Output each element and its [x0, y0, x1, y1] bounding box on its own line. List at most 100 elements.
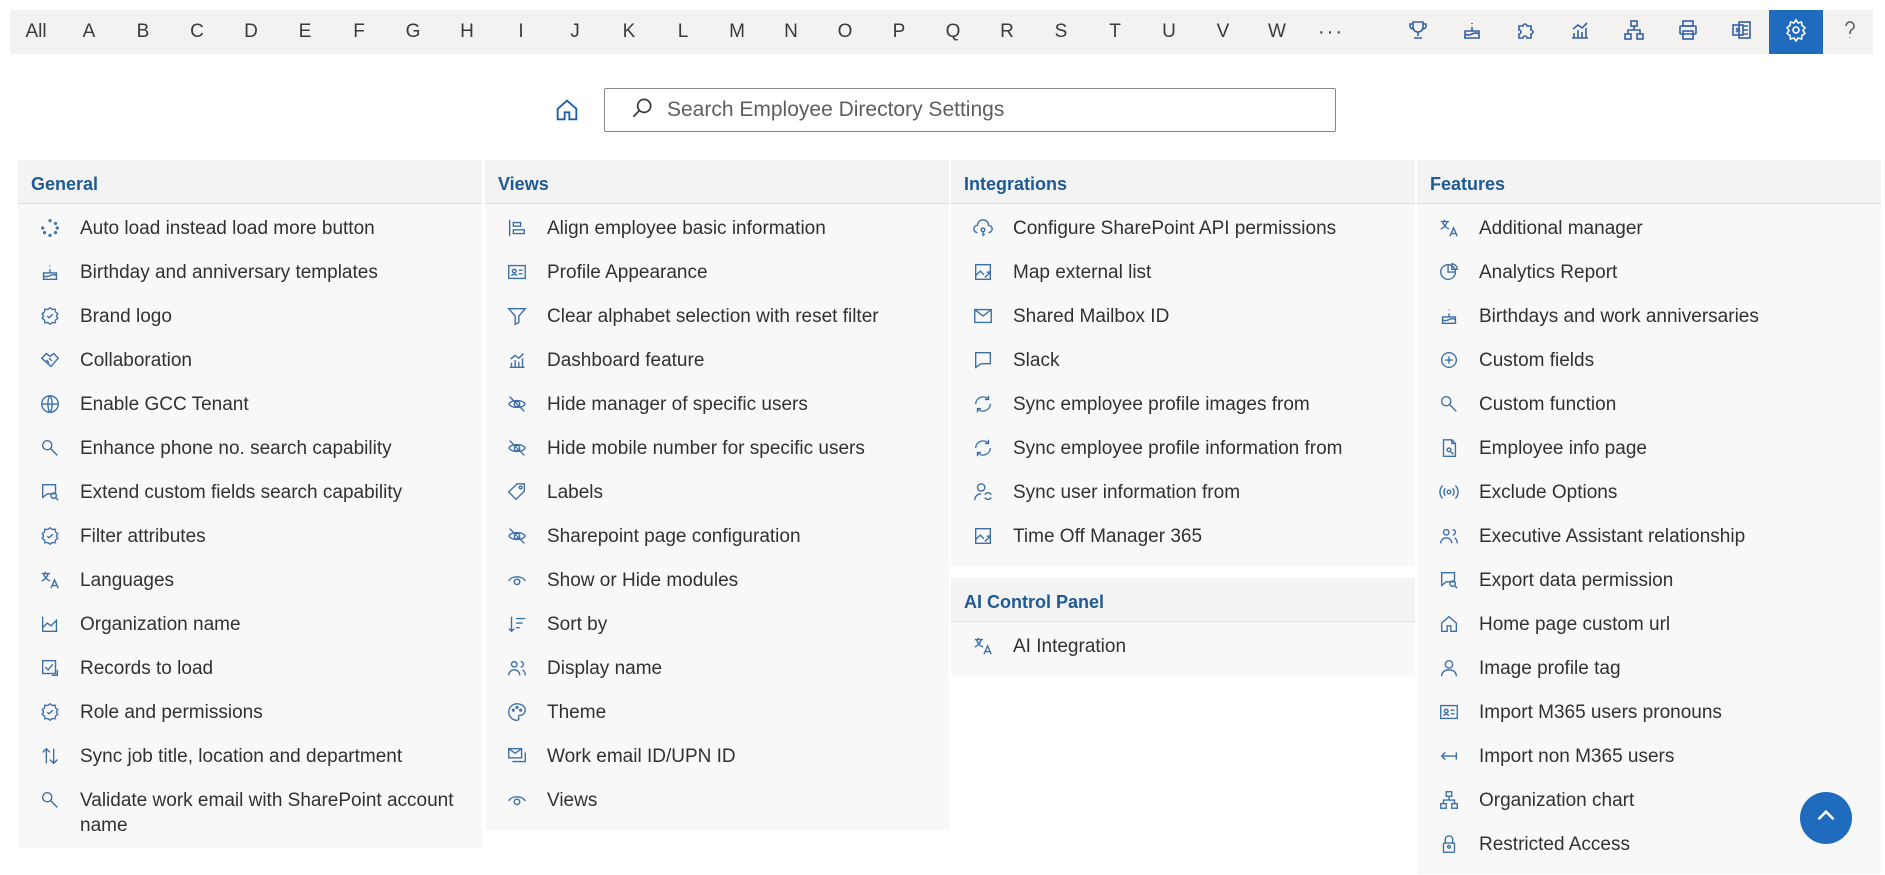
setting-item-import-m365-users-pronouns[interactable]: Import M365 users pronouns — [1417, 688, 1881, 732]
setting-item-employee-info-page[interactable]: Employee info page — [1417, 424, 1881, 468]
setting-item-ai-integration[interactable]: AI Integration — [951, 622, 1415, 666]
toolbar-actions — [1391, 10, 1877, 54]
setting-item-enhance-phone-no-search-capability[interactable]: Enhance phone no. search capability — [18, 424, 482, 468]
setting-item-sync-employee-profile-information-from[interactable]: Sync employee profile information from — [951, 424, 1415, 468]
setting-item-enable-gcc-tenant[interactable]: Enable GCC Tenant — [18, 380, 482, 424]
setting-item-display-name[interactable]: Display name — [485, 644, 949, 688]
setting-item-dashboard-feature[interactable]: Dashboard feature — [485, 336, 949, 380]
setting-item-sort-by[interactable]: Sort by — [485, 600, 949, 644]
letter-filter-q[interactable]: Q — [926, 10, 980, 54]
setting-item-records-to-load[interactable]: Records to load — [18, 644, 482, 688]
letter-filter-w[interactable]: W — [1250, 10, 1304, 54]
letter-filter-f[interactable]: F — [332, 10, 386, 54]
people-icon — [1438, 525, 1462, 549]
letter-filter-t[interactable]: T — [1088, 10, 1142, 54]
cake-icon — [1438, 305, 1462, 329]
setting-item-map-external-list[interactable]: Map external list — [951, 248, 1415, 292]
letter-filter-r[interactable]: R — [980, 10, 1034, 54]
chart-button[interactable] — [1553, 10, 1607, 54]
letter-filter-n[interactable]: N — [764, 10, 818, 54]
setting-item-extend-custom-fields-search-capability[interactable]: Extend custom fields search capability — [18, 468, 482, 512]
setting-item-languages[interactable]: Languages — [18, 556, 482, 600]
setting-item-label: Dashboard feature — [547, 350, 705, 371]
setting-item-show-or-hide-modules[interactable]: Show or Hide modules — [485, 556, 949, 600]
cake-button[interactable] — [1445, 10, 1499, 54]
letter-filter-l[interactable]: L — [656, 10, 710, 54]
letter-filter-m[interactable]: M — [710, 10, 764, 54]
puzzle-button[interactable] — [1499, 10, 1553, 54]
trophy-button[interactable] — [1391, 10, 1445, 54]
setting-item-sync-employee-profile-images-from[interactable]: Sync employee profile images from — [951, 380, 1415, 424]
help-button[interactable] — [1823, 10, 1877, 54]
letter-filter-h[interactable]: H — [440, 10, 494, 54]
setting-item-time-off-manager-365[interactable]: Time Off Manager 365 — [951, 512, 1415, 556]
letter-filter-i[interactable]: I — [494, 10, 548, 54]
letter-filter-e[interactable]: E — [278, 10, 332, 54]
setting-item-sharepoint-page-configuration[interactable]: Sharepoint page configuration — [485, 512, 949, 556]
people-icon — [506, 657, 530, 681]
letter-filter-d[interactable]: D — [224, 10, 278, 54]
home-button[interactable] — [553, 96, 583, 126]
letter-filter-k[interactable]: K — [602, 10, 656, 54]
setting-item-validate-work-email-with-sharepoint-account-name[interactable]: Validate work email with SharePoint acco… — [18, 776, 482, 838]
setting-item-executive-assistant-relationship[interactable]: Executive Assistant relationship — [1417, 512, 1881, 556]
setting-item-labels[interactable]: Labels — [485, 468, 949, 512]
setting-item-exclude-options[interactable]: Exclude Options — [1417, 468, 1881, 512]
gear-button[interactable] — [1769, 10, 1823, 54]
puzzle-icon — [1514, 18, 1538, 47]
setting-item-birthday-and-anniversary-templates[interactable]: Birthday and anniversary templates — [18, 248, 482, 292]
letter-filter-o[interactable]: O — [818, 10, 872, 54]
org-chart-button[interactable] — [1607, 10, 1661, 54]
search-input[interactable] — [665, 97, 1309, 123]
setting-item-brand-logo[interactable]: Brand logo — [18, 292, 482, 336]
letter-filter-all[interactable]: All — [10, 10, 62, 54]
excel-button[interactable] — [1715, 10, 1769, 54]
setting-item-filter-attributes[interactable]: Filter attributes — [18, 512, 482, 556]
setting-item-align-employee-basic-information[interactable]: Align employee basic information — [485, 204, 949, 248]
setting-item-configure-sharepoint-api-permissions[interactable]: Configure SharePoint API permissions — [951, 204, 1415, 248]
letter-filter-g[interactable]: G — [386, 10, 440, 54]
setting-item-shared-mailbox-id[interactable]: Shared Mailbox ID — [951, 292, 1415, 336]
mail-icon — [972, 305, 996, 329]
setting-item-theme[interactable]: Theme — [485, 688, 949, 732]
setting-item-auto-load-instead-load-more-button[interactable]: Auto load instead load more button — [18, 204, 482, 248]
letter-filter-u[interactable]: U — [1142, 10, 1196, 54]
setting-item-slack[interactable]: Slack — [951, 336, 1415, 380]
more-letters-button[interactable]: ··· — [1304, 10, 1358, 54]
setting-item-profile-appearance[interactable]: Profile Appearance — [485, 248, 949, 292]
setting-item-collaboration[interactable]: Collaboration — [18, 336, 482, 380]
setting-item-sync-job-title-location-and-department[interactable]: Sync job title, location and department — [18, 732, 482, 776]
features-panel: Features Additional manager Analytics Rep… — [1417, 160, 1881, 874]
setting-item-home-page-custom-url[interactable]: Home page custom url — [1417, 600, 1881, 644]
print-button[interactable] — [1661, 10, 1715, 54]
setting-item-hide-manager-of-specific-users[interactable]: Hide manager of specific users — [485, 380, 949, 424]
letter-filter-b[interactable]: B — [116, 10, 170, 54]
setting-item-image-profile-tag[interactable]: Image profile tag — [1417, 644, 1881, 688]
setting-item-export-data-permission[interactable]: Export data permission — [1417, 556, 1881, 600]
letter-filter-v[interactable]: V — [1196, 10, 1250, 54]
setting-item-clear-alphabet-selection-with-reset-filter[interactable]: Clear alphabet selection with reset filt… — [485, 292, 949, 336]
setting-item-label: Home page custom url — [1479, 614, 1671, 635]
setting-item-import-non-m365-users[interactable]: Import non M365 users — [1417, 732, 1881, 776]
letter-filter-p[interactable]: P — [872, 10, 926, 54]
setting-item-label: Collaboration — [80, 350, 192, 371]
setting-item-birthdays-and-work-anniversaries[interactable]: Birthdays and work anniversaries — [1417, 292, 1881, 336]
setting-item-analytics-report[interactable]: Analytics Report — [1417, 248, 1881, 292]
letter-filter-s[interactable]: S — [1034, 10, 1088, 54]
letter-filter-c[interactable]: C — [170, 10, 224, 54]
general-panel: General Auto load instead load more butt… — [18, 160, 482, 848]
setting-item-work-email-id-upn-id[interactable]: Work email ID/UPN ID — [485, 732, 949, 776]
setting-item-custom-fields[interactable]: Custom fields — [1417, 336, 1881, 380]
setting-item-custom-function[interactable]: Custom function — [1417, 380, 1881, 424]
setting-item-additional-manager[interactable]: Additional manager — [1417, 204, 1881, 248]
setting-item-views[interactable]: Views — [485, 776, 949, 820]
setting-item-hide-mobile-number-for-specific-users[interactable]: Hide mobile number for specific users — [485, 424, 949, 468]
scroll-to-top-button[interactable] — [1800, 792, 1852, 844]
setting-item-sync-user-information-from[interactable]: Sync user information from — [951, 468, 1415, 512]
setting-item-organization-name[interactable]: Organization name — [18, 600, 482, 644]
sort-icon — [506, 613, 530, 637]
setting-item-role-and-permissions[interactable]: Role and permissions — [18, 688, 482, 732]
letter-filter-j[interactable]: J — [548, 10, 602, 54]
letter-filter-a[interactable]: A — [62, 10, 116, 54]
sync-icon — [972, 393, 996, 417]
